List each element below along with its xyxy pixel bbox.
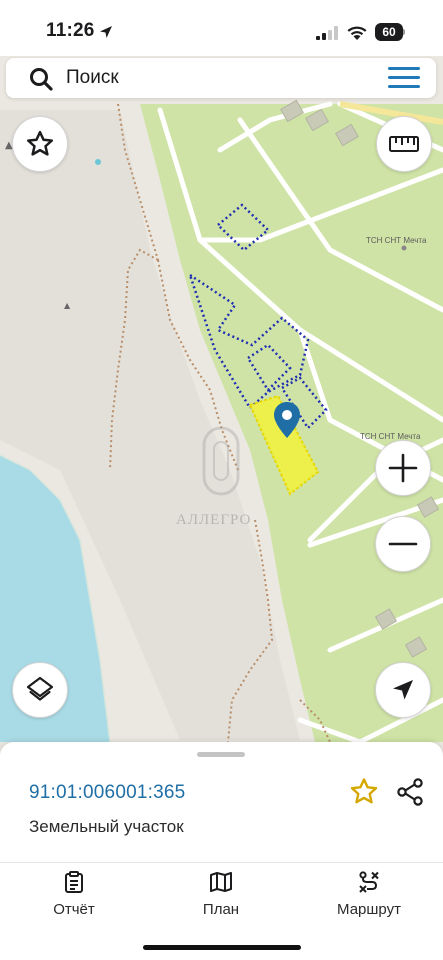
spring-symbol — [95, 159, 101, 165]
zoom-in-button[interactable] — [375, 440, 431, 496]
battery-level: 60 — [382, 25, 396, 39]
star-icon[interactable] — [348, 776, 380, 808]
route-icon — [359, 871, 379, 893]
ruler-button[interactable] — [376, 116, 432, 172]
hamburger-menu-icon[interactable] — [388, 67, 420, 89]
home-indicator[interactable] — [143, 945, 301, 950]
poi-symbol — [401, 245, 407, 251]
tab-plan[interactable]: План — [166, 871, 276, 925]
cadastral-number[interactable]: 91:01:006001:365 — [29, 782, 185, 804]
map-plan-icon — [210, 872, 232, 892]
watermark-text: АЛЛЕГРО — [176, 512, 252, 528]
tab-report[interactable]: Отчёт — [19, 871, 129, 925]
ruler-icon — [389, 136, 419, 152]
search-icon[interactable] — [28, 66, 54, 92]
zoom-in-icon — [388, 453, 418, 483]
status-bar: 11:26 60 — [0, 0, 443, 56]
map-label: ТСН СНТ Мечта — [360, 432, 421, 441]
location-arrow-icon — [100, 26, 112, 38]
peak-symbol: ▲ — [64, 301, 71, 310]
report-clipboard-icon — [65, 871, 83, 893]
status-time: 11:26 — [46, 20, 95, 41]
map-label: ТСН СНТ Мечта — [366, 236, 427, 245]
battery-icon: 60 — [375, 23, 405, 41]
parcel-type: Земельный участок — [29, 817, 184, 836]
tab-route-label: Маршрут — [337, 901, 401, 918]
layers-icon — [26, 676, 54, 701]
sheet-drag-handle[interactable] — [197, 752, 245, 757]
tab-plan-label: План — [202, 901, 240, 918]
parcel-info-sheet[interactable]: 91:01:006001:365 Земельный участок — [0, 742, 443, 862]
bottom-tab-bar: Отчёт План Маршрут — [0, 862, 443, 960]
signal-icon — [316, 26, 338, 40]
favorites-button[interactable] — [12, 116, 68, 172]
layers-button[interactable] — [12, 662, 68, 718]
share-icon[interactable] — [394, 776, 426, 808]
tab-route[interactable]: Маршрут — [314, 871, 424, 925]
tab-report-label: Отчёт — [53, 901, 95, 918]
zoom-out-icon — [388, 542, 418, 546]
favorites-star-icon — [27, 130, 53, 156]
zoom-out-button[interactable] — [375, 516, 431, 572]
my-location-button[interactable] — [375, 662, 431, 718]
search-input[interactable] — [66, 58, 366, 98]
wifi-icon — [347, 26, 367, 40]
navigation-arrow-icon — [393, 680, 413, 700]
search-bar[interactable] — [6, 58, 436, 98]
